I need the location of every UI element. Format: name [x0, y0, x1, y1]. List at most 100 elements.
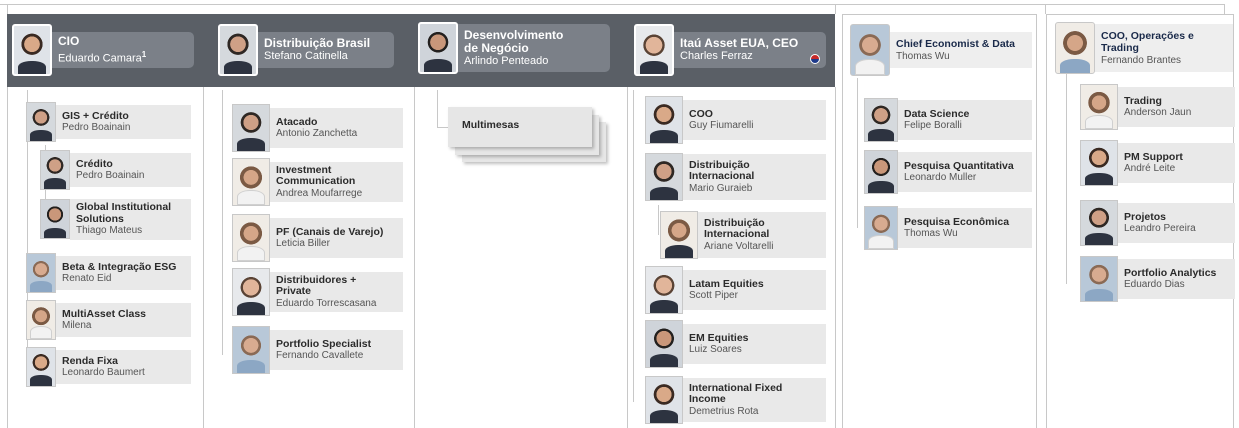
connector [1066, 74, 1067, 284]
org-node[interactable]: Distribuidores + Private Eduardo Torresc… [232, 268, 403, 316]
node-card: EM Equities Luiz Soares [683, 324, 826, 364]
node-card: Crédito Pedro Boainain [70, 153, 191, 187]
org-node[interactable]: Latam Equities Scott Piper [645, 266, 826, 314]
node-title: Atacado [276, 115, 318, 128]
avatar [26, 347, 56, 387]
org-node[interactable]: Portfolio Analytics Eduardo Dias [1080, 256, 1235, 302]
avatar [1080, 84, 1118, 130]
connector [222, 90, 223, 355]
org-node[interactable]: Crédito Pedro Boainain [40, 150, 191, 190]
avatar [1080, 256, 1118, 302]
node-name: Thiago Mateus [76, 225, 143, 236]
node-title: Latam Equities [689, 277, 764, 290]
org-node[interactable]: GIS + Crédito Pedro Boainain [26, 102, 191, 142]
org-node[interactable]: Investment Communication Andrea Moufarre… [232, 158, 403, 206]
leader-title: Distribuição Brasil [264, 36, 371, 50]
node-title: EM Equities [689, 331, 749, 344]
node-name: Ariane Voltarelli [704, 240, 774, 252]
node-card: Projetos Leandro Pereira [1118, 203, 1235, 243]
leader-distribuicao[interactable]: Distribuição Brasil Stefano Catinella [218, 24, 394, 76]
node-title: Crédito [76, 157, 113, 170]
node-title: Portfolio Specialist [276, 337, 372, 350]
org-node[interactable]: Pesquisa Econômica Thomas Wu [864, 206, 1032, 250]
org-node[interactable]: MultiAsset Class Milena [26, 300, 191, 340]
leader-card: COO, Operações e Trading Fernando Brante… [1091, 24, 1233, 72]
leader-name: Fernando Brantes [1101, 54, 1182, 66]
leader-name: Eduardo Camara [58, 52, 142, 65]
org-node[interactable]: Atacado Antonio Zanchetta [232, 104, 403, 152]
node-name: Felipe Boralli [904, 120, 962, 131]
node-title-line2: Communication [276, 175, 356, 188]
leader-coo[interactable]: COO, Operações e Trading Fernando Brante… [1055, 22, 1233, 74]
org-node[interactable]: EM Equities Luiz Soares [645, 320, 826, 368]
node-title: PF (Canais de Varejo) [276, 225, 384, 238]
node-title-line2: Private [276, 285, 312, 298]
node-title: Trading [1124, 94, 1162, 107]
leader-economist[interactable]: Chief Economist & Data Thomas Wu [850, 24, 1032, 76]
avatar [864, 98, 898, 142]
node-title: Portfolio Analytics [1124, 266, 1217, 279]
avatar [634, 24, 674, 76]
column-divider [7, 87, 8, 428]
leader-name: Thomas Wu [896, 50, 950, 62]
node-name: Fernando Cavallete [276, 350, 364, 361]
column-divider [203, 87, 204, 428]
org-node[interactable]: Trading Anderson Jaun [1080, 84, 1235, 130]
leader-desenvolvimento[interactable]: Desenvolvimento de Negócio Arlindo Pente… [418, 22, 610, 74]
leader-name: Charles Ferraz [680, 50, 753, 62]
multimesas-node[interactable]: Multimesas [448, 107, 592, 147]
node-name: Leonardo Muller [904, 172, 977, 183]
leader-cio[interactable]: CIO Eduardo Camara1 [12, 24, 194, 76]
leader-card: Itaú Asset EUA, CEO Charles Ferraz [670, 32, 826, 68]
avatar [1055, 22, 1095, 74]
org-node[interactable]: Distribuição Internacional Mario Guraieb [645, 153, 826, 201]
org-node[interactable]: Global Institutional Solutions Thiago Ma… [40, 199, 191, 240]
node-card: COO Guy Fiumarelli [683, 100, 826, 140]
node-title: Multimesas [462, 119, 520, 131]
node-name: Leandro Pereira [1124, 223, 1196, 234]
node-name: Pedro Boainain [62, 122, 131, 133]
leader-title-line2: Trading [1101, 41, 1139, 54]
leader-title: Chief Economist & Data [896, 37, 1016, 50]
node-name: Pedro Boainain [76, 170, 145, 181]
node-card: GIS + Crédito Pedro Boainain [56, 105, 191, 139]
node-title: GIS + Crédito [62, 109, 129, 122]
node-name: Leonardo Baumert [62, 367, 145, 378]
avatar [218, 24, 258, 76]
node-card: Pesquisa Econômica Thomas Wu [898, 208, 1032, 248]
node-title: PM Support [1124, 150, 1183, 163]
leader-itau-eua[interactable]: Itaú Asset EUA, CEO Charles Ferraz [634, 24, 826, 76]
node-card: Data Science Felipe Boralli [898, 100, 1032, 140]
avatar [645, 376, 683, 424]
node-card: Pesquisa Quantitativa Leonardo Muller [898, 152, 1032, 192]
node-name: Demetrius Rota [689, 405, 759, 417]
node-title: Pesquisa Quantitativa [904, 159, 1014, 172]
node-name: Eduardo Dias [1124, 279, 1185, 290]
node-card: Latam Equities Scott Piper [683, 270, 826, 310]
org-node[interactable]: COO Guy Fiumarelli [645, 96, 826, 144]
org-node[interactable]: PM Support André Leite [1080, 140, 1235, 186]
node-name: Thomas Wu [904, 228, 958, 239]
leader-title-line1: COO, Operações e [1101, 29, 1194, 42]
org-node[interactable]: International Fixed Income Demetrius Rot… [645, 376, 826, 424]
node-card: Distribuição Internacional Ariane Voltar… [698, 212, 826, 258]
org-node[interactable]: Projetos Leandro Pereira [1080, 200, 1235, 246]
org-node[interactable]: Pesquisa Quantitativa Leonardo Muller [864, 150, 1032, 194]
avatar [645, 96, 683, 144]
node-name: Leticia Biller [276, 238, 330, 249]
node-title: MultiAsset Class [62, 307, 147, 320]
node-title-line2: Income [689, 393, 726, 406]
org-node[interactable]: PF (Canais de Varejo) Leticia Biller [232, 214, 403, 262]
org-node[interactable]: Data Science Felipe Boralli [864, 98, 1032, 142]
leader-name: Arlindo Penteado [464, 54, 549, 67]
org-node[interactable]: Portfolio Specialist Fernando Cavallete [232, 326, 403, 374]
node-title: Renda Fixa [62, 354, 119, 367]
org-node[interactable]: Beta & Integração ESG Renato Eid [26, 253, 191, 293]
avatar [26, 300, 56, 340]
node-title-line1: Global Institutional [76, 201, 172, 213]
org-node[interactable]: Renda Fixa Leonardo Baumert [26, 347, 191, 387]
org-node[interactable]: Distribuição Internacional Ariane Voltar… [660, 211, 826, 259]
avatar [232, 214, 270, 262]
leader-card: Distribuição Brasil Stefano Catinella [254, 32, 394, 68]
node-title-line2: Internacional [689, 170, 755, 183]
